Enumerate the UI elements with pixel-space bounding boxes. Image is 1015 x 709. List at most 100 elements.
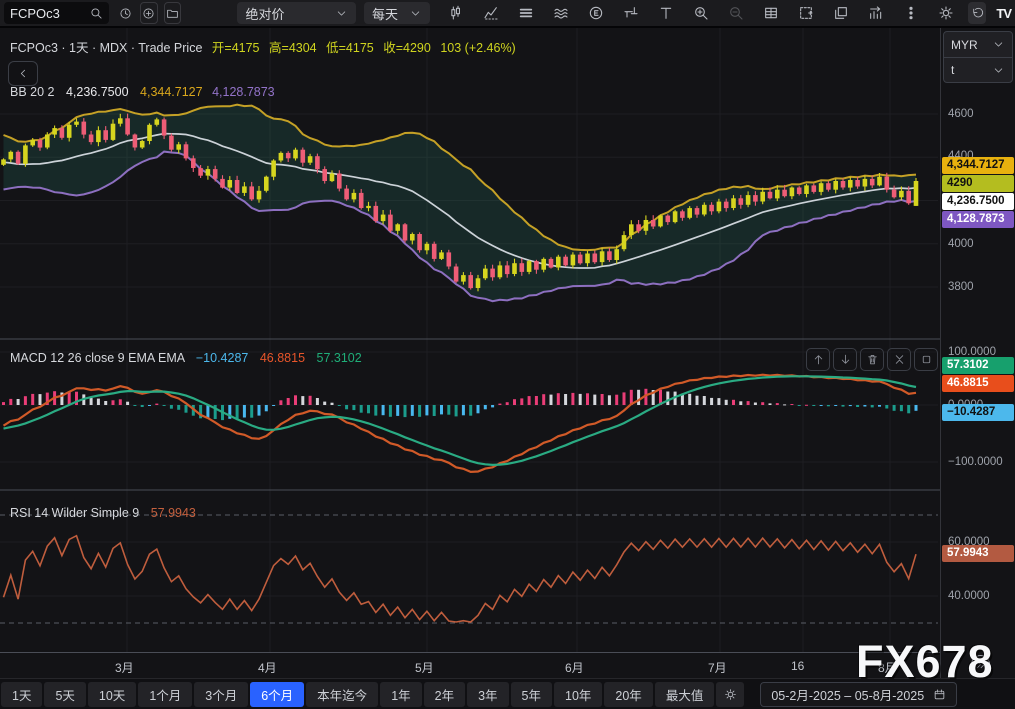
trading-app: 绝对价 每天 TV FCP	[0, 0, 1015, 709]
search-icon	[90, 7, 103, 20]
range-button-20年[interactable]: 20年	[604, 682, 652, 707]
delete-pane-button[interactable]	[860, 348, 884, 371]
ohlc-header: FCPOc3 · 1天 · MDX · Trade Price 开=4175 高…	[10, 37, 516, 56]
toolbar-icon-group	[444, 2, 958, 24]
macd-line-value: 46.8815	[260, 351, 305, 365]
macd-hist-value: −10.4287	[196, 351, 248, 365]
back-button[interactable]	[8, 61, 38, 86]
last-price-badge: 4290	[942, 175, 1014, 192]
zoom-in-icon[interactable]	[689, 2, 713, 24]
copy-icon[interactable]	[829, 2, 853, 24]
more-dots-icon[interactable]	[899, 2, 923, 24]
macd-legend[interactable]: MACD 12 26 close 9 EMA EMA −10.4287 46.8…	[10, 351, 362, 365]
range-settings-gear-icon[interactable]	[716, 682, 744, 707]
range-button-3个月[interactable]: 3个月	[194, 682, 248, 707]
move-pane-down-button[interactable]	[833, 348, 857, 371]
range-bar: 1天5天10天1个月3个月6个月本年迄今1年2年3年5年10年20年最大值 05…	[0, 678, 1015, 709]
price-mode-label: 绝对价	[245, 4, 284, 23]
candlestick-icon[interactable]	[444, 2, 468, 24]
bar-replay-icon[interactable]	[864, 2, 888, 24]
range-button-10年[interactable]: 10年	[554, 682, 602, 707]
range-button-5年[interactable]: 5年	[511, 682, 552, 707]
macd-line-badge: 46.8815	[942, 375, 1014, 392]
chart-area[interactable]: FCPOc3 · 1天 · MDX · Trade Price 开=4175 高…	[0, 28, 940, 678]
alert-icon[interactable]	[619, 2, 643, 24]
range-button-最大值[interactable]: 最大值	[655, 682, 715, 707]
bb-legend[interactable]: BB 20 2 4,236.7500 4,344.7127 4,128.7873	[10, 85, 275, 99]
unit-dropdown[interactable]: t	[944, 57, 1012, 82]
undo-icon[interactable]	[968, 2, 987, 24]
price-tick: 3800	[948, 281, 974, 293]
text-icon[interactable]	[654, 2, 678, 24]
unit-panel: MYR t	[943, 31, 1013, 83]
screenshot-icon[interactable]	[794, 2, 818, 24]
interval-dropdown[interactable]: 每天	[364, 2, 430, 24]
low-value: 4175	[346, 41, 374, 55]
macd-signal-value: 57.3102	[317, 351, 362, 365]
chart-title: FCPOc3 · 1天 · MDX · Trade Price	[10, 41, 202, 55]
time-label: 5月	[415, 659, 434, 676]
scroll-to-recent-button[interactable]	[971, 655, 990, 674]
symbol-search-input[interactable]	[10, 6, 90, 21]
range-button-2年[interactable]: 2年	[424, 682, 465, 707]
lower-band-badge: 4,128.7873	[942, 211, 1014, 228]
table-icon[interactable]	[759, 2, 783, 24]
time-label: 8月	[878, 659, 897, 676]
currency-dropdown[interactable]: MYR	[944, 32, 1012, 57]
chevron-down-icon	[992, 64, 1005, 77]
folder-icon[interactable]	[164, 2, 182, 24]
time-label: 7月	[708, 659, 727, 676]
time-label: 6月	[565, 659, 584, 676]
e-circle-icon[interactable]	[584, 2, 608, 24]
range-button-本年迄今[interactable]: 本年迄今	[306, 682, 378, 707]
price-tick: 4000	[948, 238, 974, 250]
indicator-icon[interactable]	[479, 2, 503, 24]
range-button-1天[interactable]: 1天	[1, 682, 42, 707]
range-button-3年[interactable]: 3年	[467, 682, 508, 707]
clock-icon[interactable]	[117, 2, 134, 24]
time-label: 16	[791, 659, 804, 673]
double-chevron-right-icon	[974, 658, 987, 671]
open-value: 4175	[232, 41, 260, 55]
symbol-search[interactable]	[4, 2, 109, 24]
price-scale[interactable]: MYR t 4600 4400 4200 4000 3800 4,344.712…	[940, 28, 1015, 678]
range-button-5天[interactable]: 5天	[44, 682, 85, 707]
date-range-picker[interactable]: 05-2月-2025 – 05-8月-2025	[760, 682, 957, 707]
gear-icon[interactable]	[934, 2, 958, 24]
rsi-badge: 57.9943	[942, 545, 1014, 562]
time-label: 4月	[258, 659, 277, 676]
range-button-1个月[interactable]: 1个月	[138, 682, 192, 707]
move-pane-up-button[interactable]	[806, 348, 830, 371]
collapse-pane-button[interactable]	[887, 348, 911, 371]
chevron-left-icon	[17, 67, 30, 80]
rsi-legend[interactable]: RSI 14 Wilder Simple 9 57.9943	[10, 506, 196, 520]
bb-basis-value: 4,236.7500	[66, 85, 129, 99]
price-mode-dropdown[interactable]: 绝对价	[237, 2, 356, 24]
bb-lower-value: 4,128.7873	[212, 85, 275, 99]
date-range-text: 05-2月-2025 – 05-8月-2025	[771, 685, 924, 704]
layers-icon[interactable]	[514, 2, 538, 24]
range-button-10天[interactable]: 10天	[88, 682, 136, 707]
chevron-down-icon	[992, 38, 1005, 51]
plus-circle-icon[interactable]	[140, 2, 158, 24]
chevron-down-icon	[409, 7, 422, 20]
waves-icon[interactable]	[549, 2, 573, 24]
range-button-6个月[interactable]: 6个月	[250, 682, 304, 707]
range-button-1年[interactable]: 1年	[380, 682, 421, 707]
bb-basis-badge: 4,236.7500	[942, 193, 1014, 210]
change-value: 103 (+2.46%)	[440, 41, 515, 55]
upper-band-badge: 4,344.7127	[942, 157, 1014, 174]
time-label: 3月	[115, 659, 134, 676]
macd-hist-badge: −10.4287	[942, 404, 1014, 421]
maximize-pane-button[interactable]	[914, 348, 938, 371]
calendar-icon	[933, 688, 946, 701]
top-toolbar: 绝对价 每天 TV	[0, 0, 1015, 28]
tradingview-logo[interactable]: TV	[996, 6, 1011, 21]
interval-label: 每天	[372, 4, 398, 23]
rsi-value: 57.9943	[151, 506, 196, 520]
bb-upper-value: 4,344.7127	[140, 85, 203, 99]
time-axis[interactable]: 3月 4月 5月 6月 7月 16 8月	[0, 652, 940, 678]
chart-canvas[interactable]	[0, 28, 940, 652]
close-value: 4290	[403, 41, 431, 55]
macd-tick: −100.0000	[948, 456, 1003, 468]
